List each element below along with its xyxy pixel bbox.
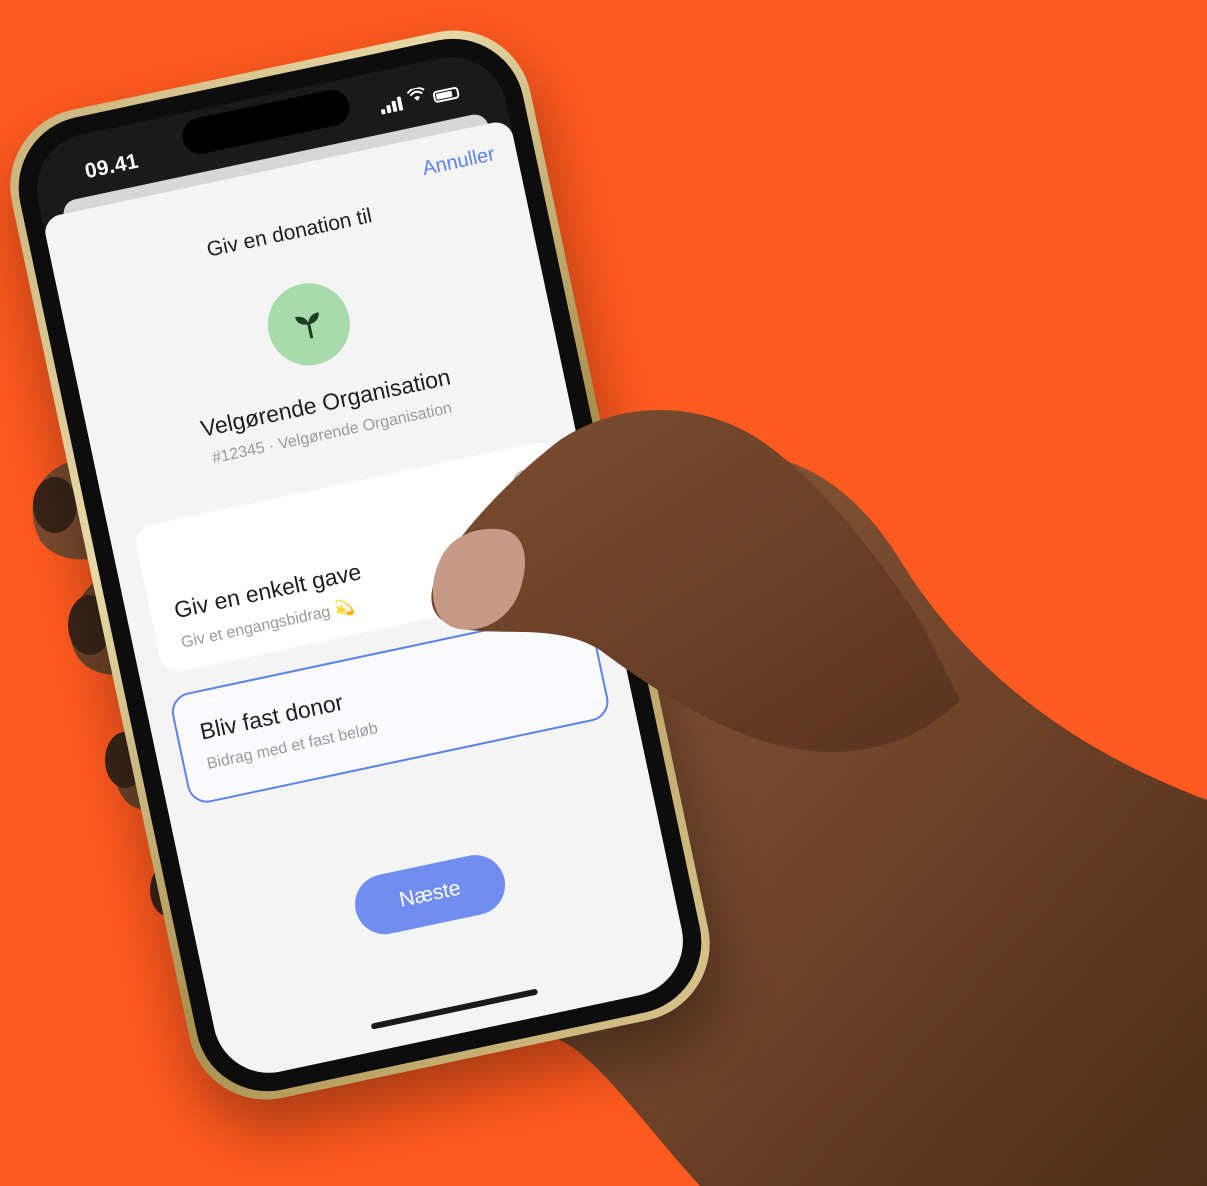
next-button[interactable]: Næste bbox=[349, 849, 511, 940]
signal-icon bbox=[379, 96, 404, 115]
cancel-button[interactable]: Annuller bbox=[420, 143, 497, 181]
radio-button[interactable] bbox=[511, 467, 540, 497]
battery-icon bbox=[432, 86, 461, 104]
status-icons bbox=[378, 79, 461, 115]
wifi-icon bbox=[406, 86, 428, 108]
sprout-icon bbox=[295, 312, 319, 339]
organization-avatar bbox=[260, 275, 358, 374]
stage: 09.41 Annuller Giv en donation til Velgø… bbox=[0, 0, 1207, 1186]
status-time: 09.41 bbox=[82, 149, 141, 184]
